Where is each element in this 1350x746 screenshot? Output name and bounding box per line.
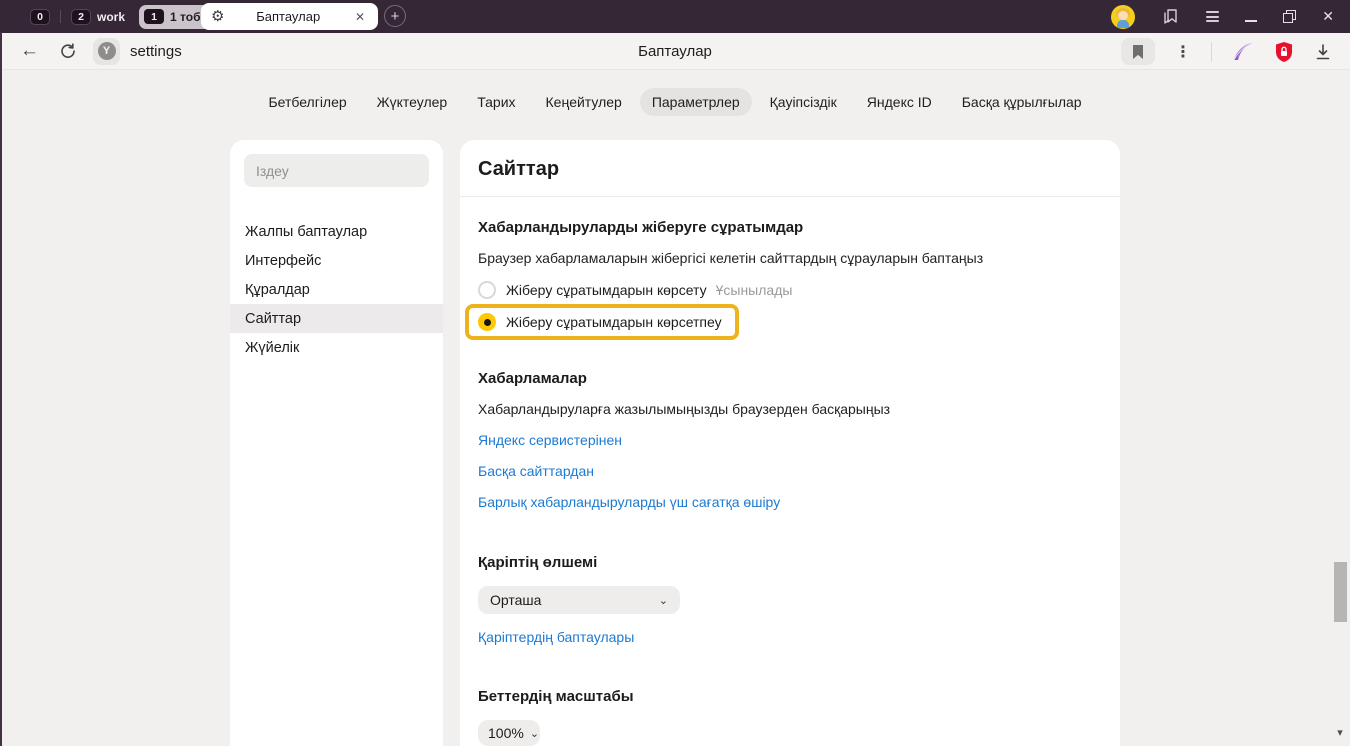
bookmark-flag-icon [1131, 44, 1145, 60]
font-size-select[interactable]: Орташа ⌄ [478, 586, 680, 614]
window-minimize-button[interactable] [1245, 12, 1257, 22]
toolbar-more-button[interactable]: ⋮ [1175, 42, 1191, 62]
workspace-badge: 2 [71, 9, 91, 25]
notifications-heading: Хабарламалар [478, 370, 1102, 387]
settings-nav-tabs: Бетбелгілер Жүктеулер Тарих Кеңейтулер П… [0, 88, 1350, 116]
radio-unselected-icon[interactable] [478, 281, 496, 299]
downloads-button[interactable] [1314, 43, 1332, 61]
font-size-select-value: Орташа [490, 592, 541, 608]
tab-security[interactable]: Қауіпсіздік [758, 88, 849, 116]
link-from-other-sites[interactable]: Басқа сайттардан [478, 463, 594, 479]
notification-requests-description: Браузер хабарламаларын жібергісі келетін… [478, 250, 1102, 266]
browser-toolbar: ← Y settings Баптаулар ⋮ [0, 33, 1350, 70]
link-font-settings[interactable]: Қаріптердің баптаулары [478, 629, 634, 645]
page-zoom-select-value: 100% [488, 725, 524, 741]
settings-gear-icon: ⚙ [211, 9, 224, 24]
page-zoom-heading: Беттердің масштабы [478, 688, 1102, 705]
radio-option-label[interactable]: Жіберу сұратымдарын көрсетпеу [506, 314, 722, 330]
tab-close-icon[interactable]: ✕ [352, 8, 368, 26]
sidebar-item-tools[interactable]: Құралдар [230, 275, 443, 304]
tab-bookmarks[interactable]: Бетбелгілер [256, 88, 358, 116]
download-icon [1314, 43, 1332, 61]
page-title: Сайттар [478, 140, 1102, 184]
site-favicon-chip[interactable]: Y [93, 38, 120, 65]
active-tab[interactable]: ⚙ Баптаулар ✕ [201, 3, 378, 30]
tabstrip-divider [60, 10, 61, 23]
avatar-body [1117, 20, 1129, 28]
window-close-button[interactable]: ✕ [1322, 8, 1334, 25]
settings-search-input[interactable] [244, 154, 429, 187]
tab-counter-badge[interactable]: 0 [30, 9, 50, 25]
scrollbar-thumb[interactable] [1334, 562, 1347, 622]
recommended-badge: Ұсынылады [716, 282, 793, 298]
tab-settings[interactable]: Параметрлер [640, 88, 752, 116]
sidebar-item-interface[interactable]: Интерфейс [230, 246, 443, 275]
new-tab-button[interactable]: + [384, 5, 406, 27]
yandex-favicon-icon: Y [98, 42, 116, 60]
bookmarks-panel-icon [1161, 7, 1180, 26]
quill-icon [1232, 42, 1254, 62]
sidebar-item-sites[interactable]: Сайттар [230, 304, 443, 333]
font-size-heading: Қаріптің өлшемі [478, 554, 1102, 571]
radio-option-show-requests[interactable]: Жіберу сұратымдарын көрсету Ұсынылады [478, 281, 1102, 299]
sidebar-item-system[interactable]: Жүйелік [230, 333, 443, 362]
refresh-icon [59, 42, 77, 60]
tab-downloads[interactable]: Жүктеулер [365, 88, 460, 116]
tab-yandex-id[interactable]: Яндекс ID [855, 88, 944, 116]
radio-selected-icon[interactable] [478, 313, 496, 331]
notification-requests-heading: Хабарландыруларды жіберуге сұратымдар [478, 219, 1102, 236]
notifications-description: Хабарландыруларға жазылымыңызды браузерд… [478, 401, 1102, 417]
tab-extensions[interactable]: Кеңейтулер [534, 88, 634, 116]
window-left-edge [0, 32, 2, 746]
window-restore-button[interactable] [1283, 10, 1296, 23]
scrollbar-down-arrow[interactable]: ▾ [1332, 725, 1348, 739]
chevron-down-icon: ⌄ [659, 594, 668, 607]
settings-page: Бетбелгілер Жүктеулер Тарих Кеңейтулер П… [0, 70, 1350, 746]
zen-quill-button[interactable] [1232, 42, 1254, 62]
hamburger-icon [1206, 9, 1219, 24]
minimize-icon [1245, 20, 1257, 22]
refresh-button[interactable] [59, 42, 77, 60]
toolbar-page-title: Баптаулар [638, 43, 712, 60]
profile-avatar[interactable] [1111, 5, 1135, 29]
shield-lock-icon [1274, 41, 1294, 63]
tab-history[interactable]: Тарих [465, 88, 527, 116]
protect-button[interactable] [1274, 41, 1294, 63]
toolbar-divider [1211, 42, 1212, 62]
tab-other-devices[interactable]: Басқа құрылғылар [950, 88, 1094, 116]
sidebar-section-list: Жалпы баптаулар Интерфейс Құралдар Сайтт… [230, 217, 443, 362]
sidebar-item-general[interactable]: Жалпы баптаулар [230, 217, 443, 246]
tab-group-badge: 1 [144, 9, 164, 24]
back-button[interactable]: ← [14, 40, 45, 62]
side-panel-bookmarks-button[interactable] [1161, 7, 1180, 26]
link-from-yandex-services[interactable]: Яндекс сервистерінен [478, 432, 622, 448]
radio-option-hide-requests[interactable]: Жіберу сұратымдарын көрсетпеу [478, 313, 722, 331]
chevron-down-icon: ⌄ [530, 727, 539, 740]
avatar-face [1118, 11, 1128, 20]
address-bar[interactable]: Y settings [93, 38, 182, 65]
workspace-label: work [97, 10, 125, 24]
restore-icon [1283, 10, 1296, 23]
radio-option-label[interactable]: Жіберу сұратымдарын көрсету [506, 282, 707, 298]
active-tab-title: Баптаулар [224, 9, 351, 24]
settings-content: Сайттар Хабарландыруларды жіберуге сұрат… [460, 140, 1120, 746]
browser-menu-button[interactable] [1206, 9, 1219, 24]
title-divider [460, 196, 1120, 197]
highlight-annotation-box: Жіберу сұратымдарын көрсетпеу [465, 304, 739, 340]
page-zoom-select[interactable]: 100% ⌄ [478, 720, 540, 746]
link-mute-all-notifications[interactable]: Барлық хабарландыруларды үш сағатқа өшір… [478, 494, 780, 510]
address-url-text[interactable]: settings [130, 43, 182, 60]
bookmark-page-button[interactable] [1121, 38, 1155, 65]
settings-sidebar: Жалпы баптаулар Интерфейс Құралдар Сайтт… [230, 140, 443, 746]
workspace-work-tab[interactable]: 2 work [71, 9, 125, 25]
window-tab-strip: 0 2 work 1 1 тобы ⌄ ⚙ Баптаулар ✕ + [0, 0, 1350, 33]
